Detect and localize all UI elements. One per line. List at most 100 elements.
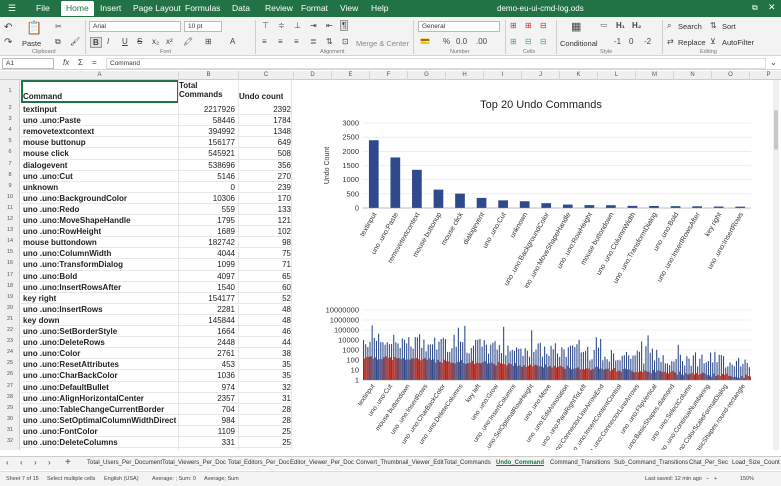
menu-home[interactable]: Home bbox=[61, 1, 94, 16]
row-header-31[interactable]: 31 bbox=[0, 427, 19, 433]
cell-total-commands[interactable]: 331 bbox=[179, 438, 235, 447]
cell-command[interactable]: uno .uno:Color bbox=[23, 349, 177, 358]
style-minus1-icon[interactable]: -1 bbox=[614, 37, 621, 46]
wrap-text-icon[interactable]: ¶ bbox=[340, 20, 349, 31]
merge-icon[interactable]: ⊡ bbox=[342, 37, 349, 46]
row-header-5[interactable]: 5 bbox=[0, 138, 19, 144]
cell-undo-count[interactable]: 170 bbox=[239, 194, 291, 203]
sheet-tab-sub-command-transitions[interactable]: Sub_Command_Transitions bbox=[614, 460, 688, 466]
row-header-6[interactable]: 6 bbox=[0, 149, 19, 155]
column-header-H[interactable]: H bbox=[446, 71, 484, 80]
cell-undo-count[interactable]: 25 bbox=[239, 438, 291, 447]
merge-center-button[interactable]: Merge & Center bbox=[356, 39, 409, 48]
sheet-tab-convert-thumbnail-viewer-edit[interactable]: Convert_Thumbnail_Viewer_Edit bbox=[356, 460, 444, 466]
column-header-I[interactable]: I bbox=[484, 71, 522, 80]
cell-total-commands[interactable]: 2448 bbox=[179, 338, 235, 347]
heading2-icon[interactable]: H₂ bbox=[632, 21, 641, 30]
column-header-O[interactable]: O bbox=[712, 71, 750, 80]
cell-total-commands[interactable]: 154177 bbox=[179, 294, 235, 303]
row-header-27[interactable]: 27 bbox=[0, 383, 19, 389]
expand-formula-icon[interactable]: ⌄ bbox=[770, 58, 777, 67]
cell-undo-count[interactable]: 1348 bbox=[239, 127, 291, 136]
cell-command[interactable]: uno .uno:DeleteColumns bbox=[23, 438, 177, 447]
cell-total-commands[interactable]: 984 bbox=[179, 416, 235, 425]
cell-command[interactable]: unknown bbox=[23, 183, 177, 192]
cell-total-commands[interactable]: 1795 bbox=[179, 216, 235, 225]
cell-undo-count[interactable]: 75 bbox=[239, 249, 291, 258]
cell-total-commands[interactable]: 10306 bbox=[179, 194, 235, 203]
search-button[interactable]: Search bbox=[678, 22, 702, 31]
cell-undo-count[interactable]: 48 bbox=[239, 305, 291, 314]
strikethrough-icon[interactable]: S bbox=[137, 37, 142, 46]
justify-icon[interactable]: ≣ bbox=[310, 37, 317, 46]
font-name-combo[interactable]: Arial bbox=[89, 21, 181, 32]
menu-formulas[interactable]: Formulas bbox=[185, 3, 220, 13]
cell-undo-count[interactable]: 31 bbox=[239, 394, 291, 403]
cell-command[interactable]: uno .uno:FontColor bbox=[23, 427, 177, 436]
chart-top20-undo[interactable]: Top 20 Undo Commands Undo Count 0 500 1000 15… bbox=[311, 88, 771, 292]
cell-total-commands[interactable]: 559 bbox=[179, 205, 235, 214]
column-header-K[interactable]: K bbox=[560, 71, 598, 80]
row-header-30[interactable]: 30 bbox=[0, 416, 19, 422]
row-header-15[interactable]: 15 bbox=[0, 249, 19, 255]
text-direction-icon[interactable]: ⇅ bbox=[326, 37, 333, 46]
menu-page-layout[interactable]: Page Layout bbox=[133, 3, 181, 13]
row-header-20[interactable]: 20 bbox=[0, 305, 19, 311]
row-header-28[interactable]: 28 bbox=[0, 394, 19, 400]
indent-icon[interactable]: ⇥ bbox=[310, 21, 317, 30]
align-right-icon[interactable]: ≡ bbox=[294, 37, 299, 46]
column-header-E[interactable]: E bbox=[332, 71, 370, 80]
bold-icon[interactable]: B bbox=[90, 37, 102, 48]
sheet-tab-chat-per-sec[interactable]: Chat_Per_Sec bbox=[689, 460, 728, 466]
format-painter-icon[interactable]: 🖌 bbox=[70, 37, 80, 46]
cell-undo-count[interactable]: 60 bbox=[239, 283, 291, 292]
sort-icon[interactable]: ⇅ bbox=[710, 21, 717, 30]
cell-total-commands[interactable]: 4044 bbox=[179, 249, 235, 258]
status-language[interactable]: English (USA) bbox=[104, 476, 139, 482]
column-header-F[interactable]: F bbox=[370, 71, 408, 80]
row-header-12[interactable]: 12 bbox=[0, 216, 19, 222]
paste-icon[interactable]: 📋 bbox=[26, 20, 42, 36]
next-sheet-icon[interactable]: › bbox=[34, 458, 37, 467]
font-size-combo[interactable]: 10 pt bbox=[184, 21, 222, 32]
cell-undo-count[interactable]: 98 bbox=[239, 238, 291, 247]
row-header-1[interactable]: 1 bbox=[0, 88, 19, 94]
cell-total-commands[interactable]: 4097 bbox=[179, 272, 235, 281]
sheet-grid[interactable]: Command Total Commands Undo count textin… bbox=[21, 80, 781, 450]
redo-icon[interactable]: ↷ bbox=[4, 37, 12, 48]
sum-icon[interactable]: Σ bbox=[78, 58, 83, 67]
cell-total-commands[interactable]: 704 bbox=[179, 405, 235, 414]
cell-total-commands[interactable]: 545921 bbox=[179, 149, 235, 158]
cell-command[interactable]: uno .uno:CharBackColor bbox=[23, 371, 177, 380]
cut-icon[interactable]: ✂ bbox=[55, 22, 62, 31]
font-color-icon[interactable]: A bbox=[230, 37, 235, 46]
bullets-icon[interactable]: ≔ bbox=[600, 21, 608, 30]
zoom-level[interactable]: 150% bbox=[740, 476, 754, 482]
row-header-14[interactable]: 14 bbox=[0, 238, 19, 244]
cell-undo-count[interactable]: 28 bbox=[239, 416, 291, 425]
column-header-N[interactable]: N bbox=[674, 71, 712, 80]
highlight-icon[interactable]: 🖍 bbox=[183, 37, 193, 46]
cell-command[interactable]: textinput bbox=[23, 105, 177, 114]
align-bottom-icon[interactable]: ⊥ bbox=[294, 21, 301, 30]
sheet-tab-editor-viewer-per-doc[interactable]: Editor_Viewer_Per_Doc bbox=[290, 460, 354, 466]
row-header-7[interactable]: 7 bbox=[0, 161, 19, 167]
formula-input[interactable]: Command bbox=[106, 58, 766, 69]
status-func[interactable]: Average; Sum bbox=[204, 476, 239, 482]
cell-command[interactable]: uno .uno:Bold bbox=[23, 272, 177, 281]
sort-button[interactable]: Sort bbox=[722, 22, 736, 31]
last-sheet-icon[interactable]: › bbox=[48, 458, 51, 467]
cell-undo-count[interactable]: 2392 bbox=[239, 105, 291, 114]
column-header-L[interactable]: L bbox=[598, 71, 636, 80]
row-header-19[interactable]: 19 bbox=[0, 294, 19, 300]
cell-total-commands[interactable]: 1109 bbox=[179, 427, 235, 436]
cell-command[interactable]: uno .uno:AlignHorizontalCenter bbox=[23, 394, 177, 403]
row-header-13[interactable]: 13 bbox=[0, 227, 19, 233]
row-header-17[interactable]: 17 bbox=[0, 272, 19, 278]
percent-icon[interactable]: % bbox=[443, 37, 450, 46]
sheet-tab-total-users-per-document[interactable]: Total_Users_Per_Document bbox=[87, 460, 162, 466]
autofilter-button[interactable]: AutoFilter bbox=[722, 38, 754, 47]
cell-command[interactable]: uno .uno:Cut bbox=[23, 172, 177, 181]
row-header-22[interactable]: 22 bbox=[0, 327, 19, 333]
cell-command[interactable]: mouse click bbox=[23, 149, 177, 158]
